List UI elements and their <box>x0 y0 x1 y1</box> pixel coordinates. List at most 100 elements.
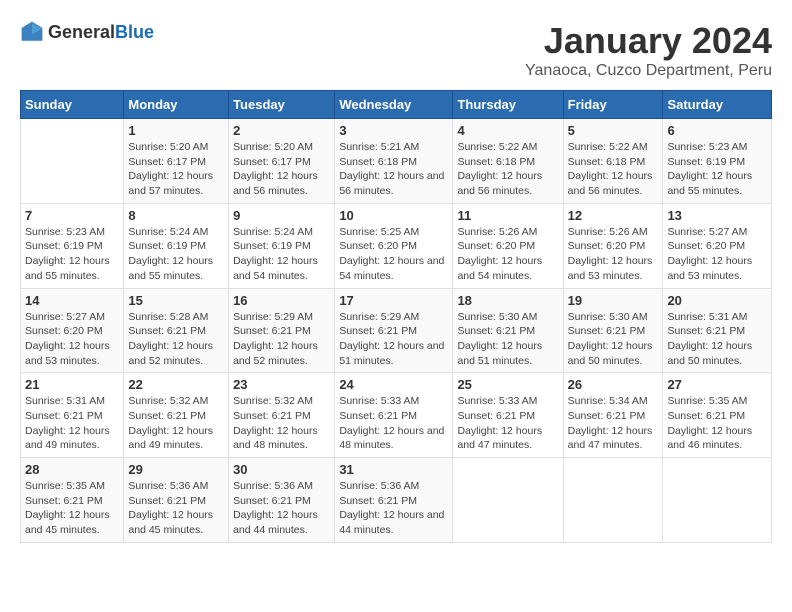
day-info: Sunrise: 5:28 AMSunset: 6:21 PMDaylight:… <box>128 310 224 369</box>
day-number: 15 <box>128 293 224 308</box>
day-info: Sunrise: 5:36 AMSunset: 6:21 PMDaylight:… <box>128 479 224 538</box>
calendar-week-row: 1Sunrise: 5:20 AMSunset: 6:17 PMDaylight… <box>21 119 772 204</box>
day-number: 13 <box>667 208 767 223</box>
weekday-header: Saturday <box>663 91 772 119</box>
calendar-cell: 7Sunrise: 5:23 AMSunset: 6:19 PMDaylight… <box>21 203 124 288</box>
day-info: Sunrise: 5:27 AMSunset: 6:20 PMDaylight:… <box>25 310 119 369</box>
calendar-week-row: 28 Sunrise: 5:35 AMSunset: 6:21 PMDayligh… <box>21 458 772 543</box>
day-number: 21 <box>25 377 119 392</box>
day-info: Sunrise: 5:20 AMSunset: 6:17 PMDaylight:… <box>233 140 330 199</box>
day-number: 23 <box>233 377 330 392</box>
day-number: 10 <box>339 208 448 223</box>
calendar-cell: 23 Sunrise: 5:32 AMSunset: 6:21 PMDayligh… <box>229 373 335 458</box>
day-info: Sunrise: 5:34 AMSunset: 6:21 PMDaylight:… <box>568 394 659 453</box>
day-info: Sunrise: 5:36 AMSunset: 6:21 PMDaylight:… <box>339 479 448 538</box>
day-info: Sunrise: 5:35 AMSunset: 6:21 PMDaylight:… <box>25 479 119 538</box>
day-number: 2 <box>233 123 330 138</box>
calendar-cell <box>21 119 124 204</box>
calendar-cell: 5Sunrise: 5:22 AMSunset: 6:18 PMDaylight… <box>563 119 663 204</box>
weekday-header: Sunday <box>21 91 124 119</box>
day-info: Sunrise: 5:21 AMSunset: 6:18 PMDaylight:… <box>339 140 448 199</box>
calendar-cell: 1Sunrise: 5:20 AMSunset: 6:17 PMDaylight… <box>124 119 229 204</box>
day-number: 9 <box>233 208 330 223</box>
day-number: 6 <box>667 123 767 138</box>
day-info: Sunrise: 5:32 AMSunset: 6:21 PMDaylight:… <box>233 394 330 453</box>
calendar-cell: 12 Sunrise: 5:26 AMSunset: 6:20 PMDayligh… <box>563 203 663 288</box>
day-info: Sunrise: 5:33 AMSunset: 6:21 PMDaylight:… <box>339 394 448 453</box>
day-number: 3 <box>339 123 448 138</box>
calendar-cell: 19 Sunrise: 5:30 AMSunset: 6:21 PMDayligh… <box>563 288 663 373</box>
calendar-cell: 22 Sunrise: 5:32 AMSunset: 6:21 PMDayligh… <box>124 373 229 458</box>
day-info: Sunrise: 5:31 AMSunset: 6:21 PMDaylight:… <box>667 310 767 369</box>
calendar-cell: 16Sunrise: 5:29 AMSunset: 6:21 PMDayligh… <box>229 288 335 373</box>
calendar-cell: 10 Sunrise: 5:25 AMSunset: 6:20 PMDayligh… <box>335 203 453 288</box>
calendar-cell: 29 Sunrise: 5:36 AMSunset: 6:21 PMDayligh… <box>124 458 229 543</box>
day-info: Sunrise: 5:33 AMSunset: 6:21 PMDaylight:… <box>457 394 558 453</box>
calendar-week-row: 21 Sunrise: 5:31 AMSunset: 6:21 PMDayligh… <box>21 373 772 458</box>
calendar-cell: 26Sunrise: 5:34 AMSunset: 6:21 PMDayligh… <box>563 373 663 458</box>
logo-icon <box>20 20 44 44</box>
day-number: 14 <box>25 293 119 308</box>
day-number: 18 <box>457 293 558 308</box>
day-number: 28 <box>25 462 119 477</box>
calendar-cell: 2 Sunrise: 5:20 AMSunset: 6:17 PMDaylight… <box>229 119 335 204</box>
calendar-cell: 30Sunrise: 5:36 AMSunset: 6:21 PMDayligh… <box>229 458 335 543</box>
day-info: Sunrise: 5:25 AMSunset: 6:20 PMDaylight:… <box>339 225 448 284</box>
day-number: 11 <box>457 208 558 223</box>
day-info: Sunrise: 5:30 AMSunset: 6:21 PMDaylight:… <box>568 310 659 369</box>
calendar-cell: 28 Sunrise: 5:35 AMSunset: 6:21 PMDayligh… <box>21 458 124 543</box>
calendar-cell <box>453 458 563 543</box>
calendar-cell: 3 Sunrise: 5:21 AMSunset: 6:18 PMDaylight… <box>335 119 453 204</box>
calendar-cell: 15 Sunrise: 5:28 AMSunset: 6:21 PMDayligh… <box>124 288 229 373</box>
calendar-cell <box>563 458 663 543</box>
day-info: Sunrise: 5:26 AMSunset: 6:20 PMDaylight:… <box>568 225 659 284</box>
calendar-cell: 17Sunrise: 5:29 AMSunset: 6:21 PMDayligh… <box>335 288 453 373</box>
day-number: 29 <box>128 462 224 477</box>
logo-general: General <box>48 22 115 42</box>
calendar-cell: 11 Sunrise: 5:26 AMSunset: 6:20 PMDayligh… <box>453 203 563 288</box>
calendar-cell: 8 Sunrise: 5:24 AMSunset: 6:19 PMDaylight… <box>124 203 229 288</box>
day-info: Sunrise: 5:35 AMSunset: 6:21 PMDaylight:… <box>667 394 767 453</box>
day-number: 8 <box>128 208 224 223</box>
day-info: Sunrise: 5:31 AMSunset: 6:21 PMDaylight:… <box>25 394 119 453</box>
calendar-cell: 27 Sunrise: 5:35 AMSunset: 6:21 PMDayligh… <box>663 373 772 458</box>
day-number: 27 <box>667 377 767 392</box>
day-info: Sunrise: 5:26 AMSunset: 6:20 PMDaylight:… <box>457 225 558 284</box>
calendar-cell: 18 Sunrise: 5:30 AMSunset: 6:21 PMDayligh… <box>453 288 563 373</box>
calendar-cell: 13 Sunrise: 5:27 AMSunset: 6:20 PMDayligh… <box>663 203 772 288</box>
day-number: 20 <box>667 293 767 308</box>
day-number: 30 <box>233 462 330 477</box>
day-info: Sunrise: 5:20 AMSunset: 6:17 PMDaylight:… <box>128 140 224 199</box>
weekday-header: Tuesday <box>229 91 335 119</box>
calendar-cell: 20 Sunrise: 5:31 AMSunset: 6:21 PMDayligh… <box>663 288 772 373</box>
calendar-cell: 4Sunrise: 5:22 AMSunset: 6:18 PMDaylight… <box>453 119 563 204</box>
calendar-cell: 31Sunrise: 5:36 AMSunset: 6:21 PMDayligh… <box>335 458 453 543</box>
title-area: January 2024 Yanaoca, Cuzco Department, … <box>525 20 772 80</box>
day-info: Sunrise: 5:23 AMSunset: 6:19 PMDaylight:… <box>667 140 767 199</box>
calendar-cell: 21 Sunrise: 5:31 AMSunset: 6:21 PMDayligh… <box>21 373 124 458</box>
logo-blue: Blue <box>115 22 154 42</box>
location-subtitle: Yanaoca, Cuzco Department, Peru <box>525 62 772 80</box>
calendar-cell: 6 Sunrise: 5:23 AMSunset: 6:19 PMDaylight… <box>663 119 772 204</box>
logo: GeneralBlue <box>20 20 154 44</box>
weekday-header: Wednesday <box>335 91 453 119</box>
day-number: 22 <box>128 377 224 392</box>
weekday-header: Monday <box>124 91 229 119</box>
day-number: 19 <box>568 293 659 308</box>
logo-text: GeneralBlue <box>48 22 154 43</box>
day-info: Sunrise: 5:22 AMSunset: 6:18 PMDaylight:… <box>568 140 659 199</box>
weekday-header-row: SundayMondayTuesdayWednesdayThursdayFrid… <box>21 91 772 119</box>
day-info: Sunrise: 5:27 AMSunset: 6:20 PMDaylight:… <box>667 225 767 284</box>
day-info: Sunrise: 5:32 AMSunset: 6:21 PMDaylight:… <box>128 394 224 453</box>
calendar-cell: 9Sunrise: 5:24 AMSunset: 6:19 PMDaylight… <box>229 203 335 288</box>
calendar-week-row: 14 Sunrise: 5:27 AMSunset: 6:20 PMDayligh… <box>21 288 772 373</box>
day-info: Sunrise: 5:24 AMSunset: 6:19 PMDaylight:… <box>128 225 224 284</box>
day-info: Sunrise: 5:23 AMSunset: 6:19 PMDaylight:… <box>25 225 119 284</box>
month-title: January 2024 <box>525 20 772 62</box>
day-number: 12 <box>568 208 659 223</box>
day-number: 16 <box>233 293 330 308</box>
day-info: Sunrise: 5:30 AMSunset: 6:21 PMDaylight:… <box>457 310 558 369</box>
calendar-week-row: 7Sunrise: 5:23 AMSunset: 6:19 PMDaylight… <box>21 203 772 288</box>
calendar-cell: 14 Sunrise: 5:27 AMSunset: 6:20 PMDayligh… <box>21 288 124 373</box>
day-number: 25 <box>457 377 558 392</box>
